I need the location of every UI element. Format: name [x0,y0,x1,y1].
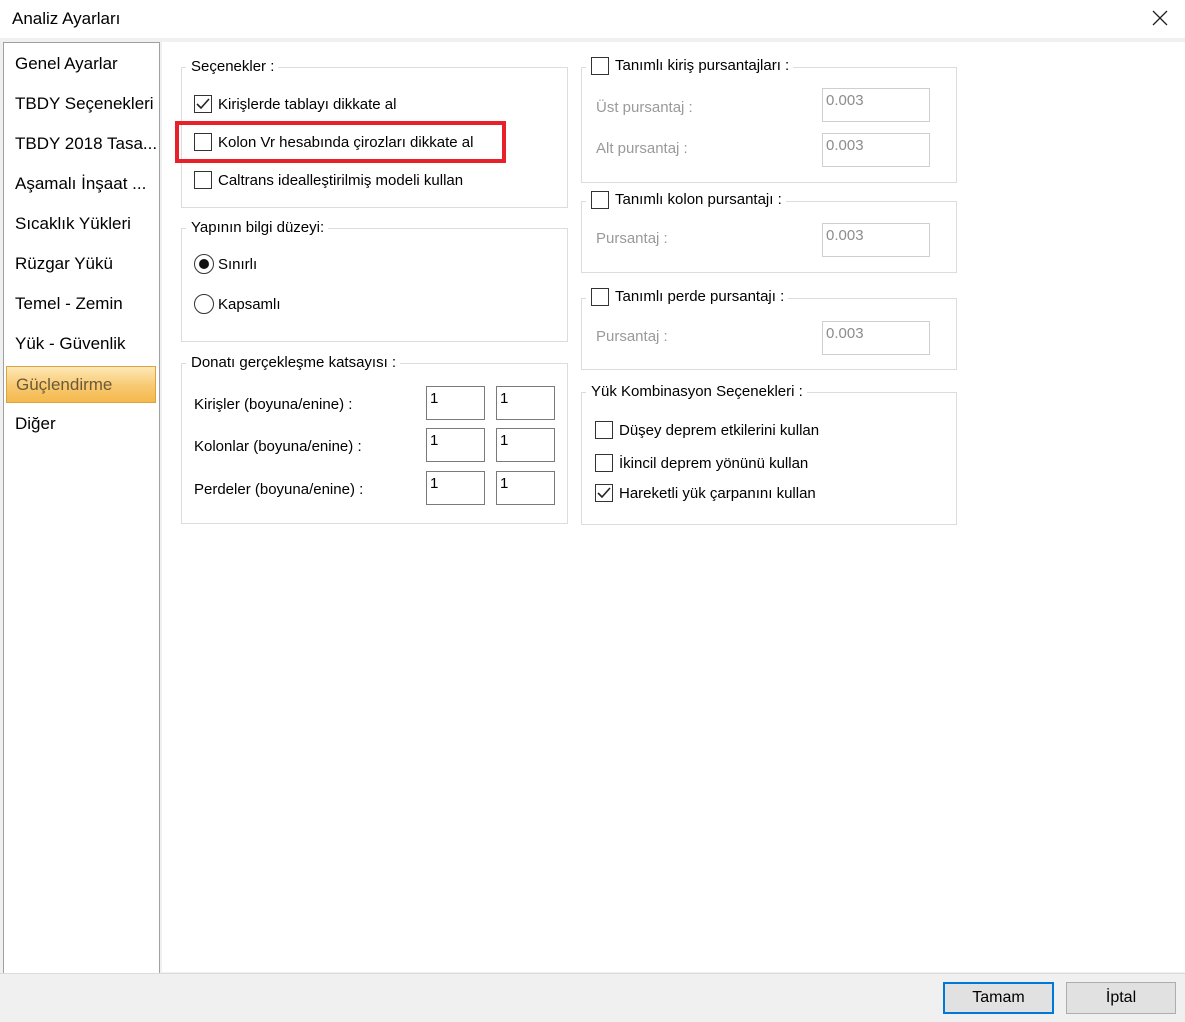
radio-dot-icon [199,259,209,269]
option-tabla[interactable]: Kirişlerde tablayı dikkate al [194,95,396,113]
checkmark-icon [196,98,210,110]
beam-ratio-label: Tanımlı kiriş pursantajları : [615,57,790,74]
window-title: Analiz Ayarları [12,9,121,28]
option-hareketli-yuk[interactable]: Hareketli yük çarpanını kullan [595,484,816,502]
close-icon [1152,10,1168,26]
nav-item-guclendirme[interactable]: Güçlendirme [6,366,156,403]
ust-pursantaj-label: Üst pursantaj : [596,99,693,116]
alt-pursantaj-input[interactable]: 0.003 [822,133,930,167]
wall-pursantaj-input[interactable]: 0.003 [822,321,930,355]
column-pursantaj-label: Pursantaj : [596,230,668,247]
ust-pursantaj-input[interactable]: 0.003 [822,88,930,122]
kolonlar-enine-input[interactable]: 1 [496,428,555,462]
kolonlar-boyuna-input[interactable]: 1 [426,428,485,462]
option-hareketli-yuk-label: Hareketli yük çarpanını kullan [619,484,816,502]
radio-kapsamli-label: Kapsamlı [218,295,281,313]
dusey-deprem-checkbox[interactable] [595,421,613,439]
knowledge-level-title: Yapının bilgi düzeyi: [186,219,329,237]
column-ratio-label: Tanımlı kolon pursantajı : [615,191,782,208]
ikincil-deprem-checkbox[interactable] [595,454,613,472]
options-group-title: Seçenekler : [186,58,279,76]
close-button[interactable] [1142,2,1178,34]
nav-item-asamali-insaat[interactable]: Aşamalı İnşaat ... [6,167,156,201]
kirisler-label: Kirişler (boyuna/enine) : [194,396,353,413]
nav-item-sicaklik-yukleri[interactable]: Sıcaklık Yükleri [6,207,156,241]
kolonlar-label: Kolonlar (boyuna/enine) : [194,438,362,455]
nav-item-genel-ayarlar[interactable]: Genel Ayarlar [6,47,156,81]
nav-item-tbdy-secenekleri[interactable]: TBDY Seçenekleri [6,87,156,121]
reinforcement-group-title: Donatı gerçekleşme katsayısı : [186,354,401,372]
nav-item-temel-zemin[interactable]: Temel - Zemin [6,287,156,321]
column-pursantaj-input[interactable]: 0.003 [822,223,930,257]
nav-item-yuk-guvenlik[interactable]: Yük - Güvenlik [6,327,156,361]
kirisler-boyuna-input[interactable]: 1 [426,386,485,420]
kapsamli-radio[interactable] [194,294,214,314]
perdeler-enine-input[interactable]: 1 [496,471,555,505]
category-list: Genel Ayarlar TBDY Seçenekleri TBDY 2018… [3,42,160,974]
option-caltrans[interactable]: Caltrans idealleştirilmiş modeli kullan [194,171,463,189]
knowledge-level-group [181,228,568,342]
beam-ratio-title[interactable]: Tanımlı kiriş pursantajları : [586,57,794,75]
nav-item-ruzgar-yuku[interactable]: Rüzgar Yükü [6,247,156,281]
kirisler-enine-input[interactable]: 1 [496,386,555,420]
checkmark-icon [597,487,611,499]
radio-sinirli-label: Sınırlı [218,255,258,273]
tabla-checkbox[interactable] [194,95,212,113]
option-dusey-deprem-label: Düşey deprem etkilerini kullan [619,421,820,439]
radio-sinirli[interactable]: Sınırlı [194,254,257,274]
nav-item-tbdy-2018[interactable]: TBDY 2018 Tasa... [6,127,156,161]
title-bar: Analiz Ayarları [0,0,1185,38]
wall-ratio-title[interactable]: Tanımlı perde pursantajı : [586,288,789,306]
option-ikincil-deprem[interactable]: İkincil deprem yönünü kullan [595,454,808,472]
cancel-button[interactable]: İptal [1066,982,1176,1014]
dialog-window: Analiz Ayarları Genel Ayarlar TBDY Seçen… [0,0,1185,1022]
wall-ratio-label: Tanımlı perde pursantajı : [615,288,785,305]
nav-item-diger[interactable]: Diğer [6,407,156,441]
dialog-footer: Tamam İptal [0,973,1185,1022]
radio-kapsamli[interactable]: Kapsamlı [194,294,281,314]
option-tabla-label: Kirişlerde tablayı dikkate al [218,95,397,113]
highlight-box [175,121,506,163]
alt-pursantaj-label: Alt pursantaj : [596,140,688,157]
beam-ratio-checkbox[interactable] [591,57,609,75]
wall-ratio-checkbox[interactable] [591,288,609,306]
hareketli-yuk-checkbox[interactable] [595,484,613,502]
caltrans-checkbox[interactable] [194,171,212,189]
perdeler-boyuna-input[interactable]: 1 [426,471,485,505]
ok-button[interactable]: Tamam [943,982,1054,1014]
option-ikincil-deprem-label: İkincil deprem yönünü kullan [619,454,809,472]
option-dusey-deprem[interactable]: Düşey deprem etkilerini kullan [595,421,819,439]
column-ratio-checkbox[interactable] [591,191,609,209]
option-caltrans-label: Caltrans idealleştirilmiş modeli kullan [218,171,464,189]
perdeler-label: Perdeler (boyuna/enine) : [194,481,364,498]
column-ratio-title[interactable]: Tanımlı kolon pursantajı : [586,191,786,209]
sinirli-radio[interactable] [194,254,214,274]
load-combination-title: Yük Kombinasyon Seçenekleri : [586,383,807,401]
wall-pursantaj-label: Pursantaj : [596,328,668,345]
